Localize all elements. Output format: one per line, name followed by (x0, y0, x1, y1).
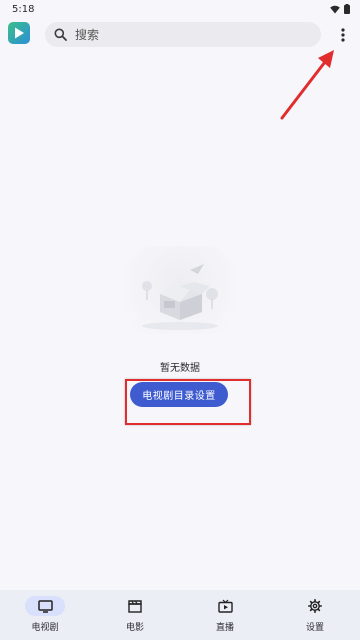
status-time: 5:18 (12, 3, 35, 15)
nav-label-live: 直播 (215, 623, 234, 633)
gear-icon (308, 599, 322, 613)
nav-item-settings[interactable]: 设置 (270, 590, 360, 640)
annotation-highlight-box (125, 379, 251, 425)
nav-label-movies: 电影 (125, 623, 144, 633)
annotation-arrow-icon (280, 50, 334, 120)
more-options-button[interactable] (333, 23, 353, 47)
nav-active-indicator (25, 596, 65, 616)
live-tv-icon (217, 599, 233, 613)
nav-icon-wrap (295, 596, 335, 616)
more-vert-icon (341, 28, 345, 42)
search-placeholder[interactable]: 搜索 (75, 26, 99, 43)
nav-item-live[interactable]: 直播 (180, 590, 270, 640)
nav-label-settings: 设置 (305, 623, 324, 633)
status-icons (330, 4, 350, 14)
empty-box-illustration (122, 246, 238, 334)
empty-message: 暂无数据 (160, 363, 200, 374)
app-logo (8, 22, 30, 44)
bottom-nav: 电视剧 电影 直播 设置 (0, 590, 360, 640)
nav-label-tv-series: 电视剧 (31, 623, 59, 633)
nav-item-tv-series[interactable]: 电视剧 (0, 590, 90, 640)
play-logo-icon (15, 27, 24, 39)
search-icon (54, 28, 67, 41)
nav-icon-wrap (115, 596, 155, 616)
search-bar[interactable]: 搜索 (45, 22, 321, 47)
battery-icon (344, 4, 350, 14)
clapperboard-icon (128, 599, 142, 613)
status-bar: 5:18 (0, 0, 360, 18)
nav-icon-wrap (205, 596, 245, 616)
wifi-icon (330, 5, 340, 13)
nav-item-movies[interactable]: 电影 (90, 590, 180, 640)
tv-icon (37, 599, 53, 613)
